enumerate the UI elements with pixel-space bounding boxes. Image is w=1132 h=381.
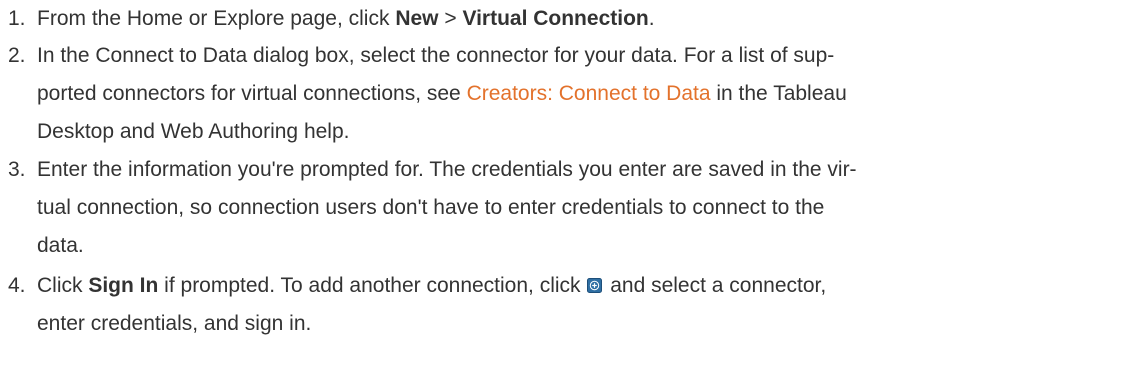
step-text: ported connectors for virtual connection… <box>37 82 467 105</box>
step-text: if prompted. To add another connection, … <box>158 274 587 297</box>
step-text: From the Home or Explore page, click <box>37 7 396 30</box>
step-line: In the Connect to Data dialog box, selec… <box>37 44 835 67</box>
step-body: Click Sign In if prompted. To add anothe… <box>37 267 1127 343</box>
step-line: enter credentials, and sign in. <box>37 312 312 335</box>
creators-connect-to-data-link[interactable]: Creators: Connect to Data <box>467 82 711 105</box>
step-text: and select a connector, <box>604 274 827 297</box>
instruction-steps: 1. From the Home or Explore page, click … <box>0 0 1132 381</box>
step-line: From the Home or Explore page, click New… <box>37 0 1127 38</box>
new-label: New <box>395 7 439 30</box>
step-line: data. <box>37 234 84 257</box>
step-line: ported connectors for virtual connection… <box>37 75 1127 113</box>
step-body: Enter the information you're prompted fo… <box>37 151 1127 265</box>
sign-in-label: Sign In <box>88 274 159 297</box>
add-connection-icon[interactable] <box>587 278 603 293</box>
step-text: . <box>648 7 655 30</box>
step-number: 1. <box>8 7 26 30</box>
step-text: > <box>438 7 463 30</box>
step-text: Click <box>37 274 89 297</box>
step-body: In the Connect to Data dialog box, selec… <box>37 37 1127 151</box>
step-line: tual connection, so connection users don… <box>37 196 825 219</box>
virtual-connection-label: Virtual Connection <box>462 7 649 30</box>
step-number: 3. <box>8 158 26 181</box>
step-text: in the Tableau <box>710 82 847 105</box>
step-line: Click Sign In if prompted. To add anothe… <box>37 267 1127 305</box>
step-body: From the Home or Explore page, click New… <box>37 0 1127 38</box>
step-line: Enter the information you're prompted fo… <box>37 158 857 181</box>
step-line: Desktop and Web Authoring help. <box>37 120 350 143</box>
step-number: 4. <box>8 274 26 297</box>
step-number: 2. <box>8 44 26 67</box>
